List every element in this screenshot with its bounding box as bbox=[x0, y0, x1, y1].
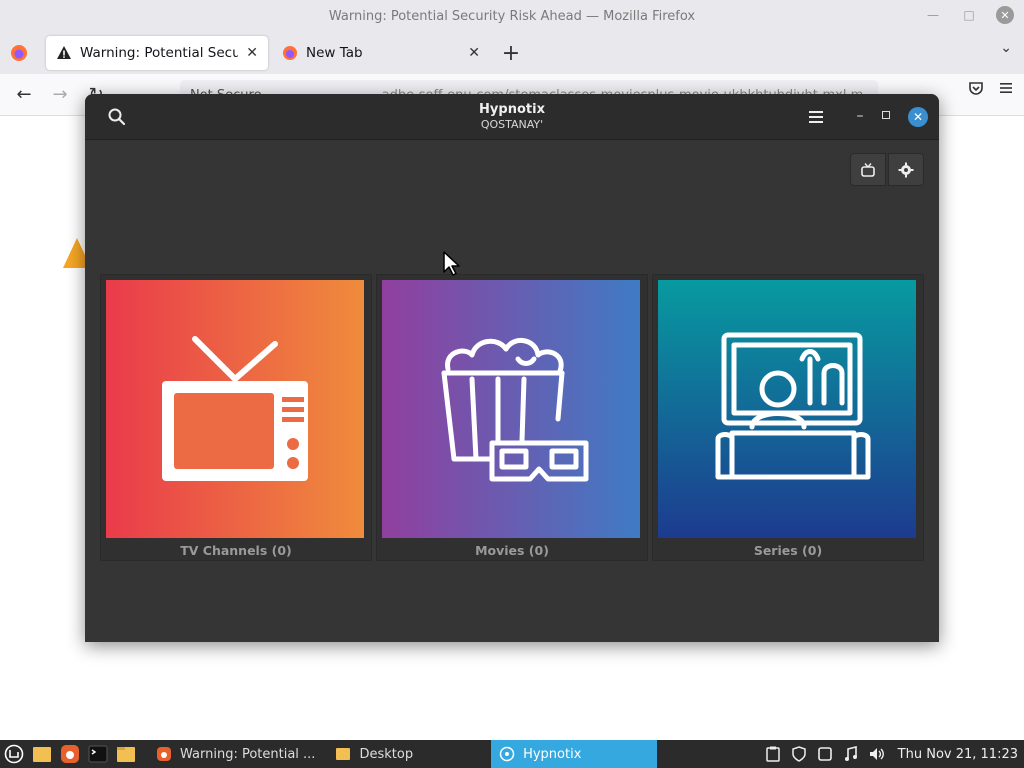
clock[interactable]: Thu Nov 21, 11:23 bbox=[898, 747, 1018, 762]
firefox-tabbar: Warning: Potential Security Risk Ahead ✕… bbox=[0, 32, 1024, 74]
taskbar-item-label: Hypnotix bbox=[523, 746, 582, 762]
tab-close-icon[interactable]: ✕ bbox=[246, 45, 258, 61]
taskbar-item-label: Desktop bbox=[359, 746, 414, 762]
terminal-launcher[interactable] bbox=[84, 740, 112, 768]
card-series[interactable]: Series (0) bbox=[652, 274, 924, 561]
music-icon[interactable] bbox=[842, 745, 860, 763]
tv-icon bbox=[861, 162, 875, 177]
start-menu-button[interactable] bbox=[0, 740, 28, 768]
taskbar-item-label: Warning: Potential ... bbox=[180, 746, 316, 762]
tv-mode-button[interactable] bbox=[850, 153, 886, 186]
new-tab-button[interactable]: + bbox=[496, 38, 526, 68]
firefox-icon bbox=[61, 745, 79, 763]
mouse-cursor-icon bbox=[443, 251, 460, 276]
volume-icon[interactable] bbox=[868, 745, 886, 763]
close-button[interactable]: ✕ bbox=[996, 6, 1014, 24]
firefox-icon bbox=[157, 747, 171, 761]
tab-close-icon[interactable]: ✕ bbox=[468, 45, 480, 61]
firefox-icon bbox=[11, 45, 27, 61]
tv-icon bbox=[162, 336, 308, 481]
firefox-view-button[interactable] bbox=[0, 32, 38, 74]
card-label: Series (0) bbox=[753, 543, 823, 558]
folder-icon bbox=[117, 747, 135, 762]
folder-icon bbox=[33, 747, 51, 762]
files-launcher[interactable] bbox=[112, 740, 140, 768]
navbar-right-icons bbox=[968, 80, 1014, 96]
card-movies[interactable]: Movies (0) bbox=[376, 274, 648, 561]
card-label: TV Channels (0) bbox=[180, 543, 292, 558]
maximize-button[interactable] bbox=[882, 111, 890, 119]
card-image bbox=[382, 280, 640, 538]
taskbar-item-firefox[interactable]: Warning: Potential ... bbox=[148, 740, 323, 768]
minimize-button[interactable]: – bbox=[853, 108, 867, 124]
minimize-button[interactable]: — bbox=[924, 6, 942, 24]
maximize-button[interactable]: □ bbox=[960, 6, 978, 24]
hypnotix-header: Hypnotix QOSTANAY' – ✕ bbox=[85, 94, 939, 140]
display-icon[interactable] bbox=[816, 745, 834, 763]
folder-icon bbox=[336, 748, 351, 760]
preferences-button[interactable] bbox=[888, 153, 924, 186]
warning-icon bbox=[57, 46, 71, 59]
system-tray: Thu Nov 21, 11:23 bbox=[764, 740, 1024, 768]
show-desktop-button[interactable] bbox=[28, 740, 56, 768]
close-button[interactable]: ✕ bbox=[908, 107, 928, 127]
tab-label: New Tab bbox=[306, 45, 363, 61]
menu-icon[interactable] bbox=[998, 80, 1014, 96]
category-cards: TV Channels (0) Movies (0) Series (0) bbox=[100, 274, 924, 561]
taskbar-item-desktop[interactable]: Desktop bbox=[327, 740, 421, 768]
hypnotix-icon bbox=[499, 746, 515, 762]
card-image bbox=[658, 280, 916, 538]
pocket-icon[interactable] bbox=[968, 80, 984, 96]
hypnotix-toolbar bbox=[850, 153, 924, 186]
taskbar: Warning: Potential ... Desktop Hypnotix … bbox=[0, 740, 1024, 768]
mint-logo-icon bbox=[4, 744, 24, 764]
firefox-titlebar: Warning: Potential Security Risk Ahead —… bbox=[0, 0, 1024, 32]
list-all-tabs-icon[interactable]: ⌄ bbox=[1000, 40, 1012, 56]
gear-icon bbox=[898, 162, 914, 177]
back-button[interactable]: ← bbox=[6, 77, 42, 113]
card-label: Movies (0) bbox=[475, 543, 549, 558]
tab-new-tab[interactable]: New Tab ✕ bbox=[272, 36, 490, 70]
hamburger-menu-icon[interactable] bbox=[807, 108, 825, 126]
firefox-icon bbox=[283, 46, 297, 60]
terminal-icon bbox=[88, 745, 108, 763]
firefox-window-title: Warning: Potential Security Risk Ahead —… bbox=[328, 8, 696, 24]
tab-label: Warning: Potential Security Risk Ahead bbox=[80, 45, 239, 61]
firefox-launcher[interactable] bbox=[56, 740, 84, 768]
card-tv-channels[interactable]: TV Channels (0) bbox=[100, 274, 372, 561]
card-image bbox=[106, 280, 364, 538]
taskbar-item-hypnotix[interactable]: Hypnotix bbox=[491, 740, 658, 768]
series-icon bbox=[715, 332, 871, 480]
firefox-window-controls: — □ ✕ bbox=[924, 6, 1014, 24]
forward-button[interactable]: → bbox=[42, 77, 78, 113]
hypnotix-window: Hypnotix QOSTANAY' – ✕ TV Channels (0) M… bbox=[85, 94, 939, 642]
shield-icon[interactable] bbox=[790, 745, 808, 763]
popcorn-icon bbox=[441, 338, 589, 482]
tab-warning[interactable]: Warning: Potential Security Risk Ahead ✕ bbox=[46, 36, 268, 70]
clipboard-icon[interactable] bbox=[764, 745, 782, 763]
